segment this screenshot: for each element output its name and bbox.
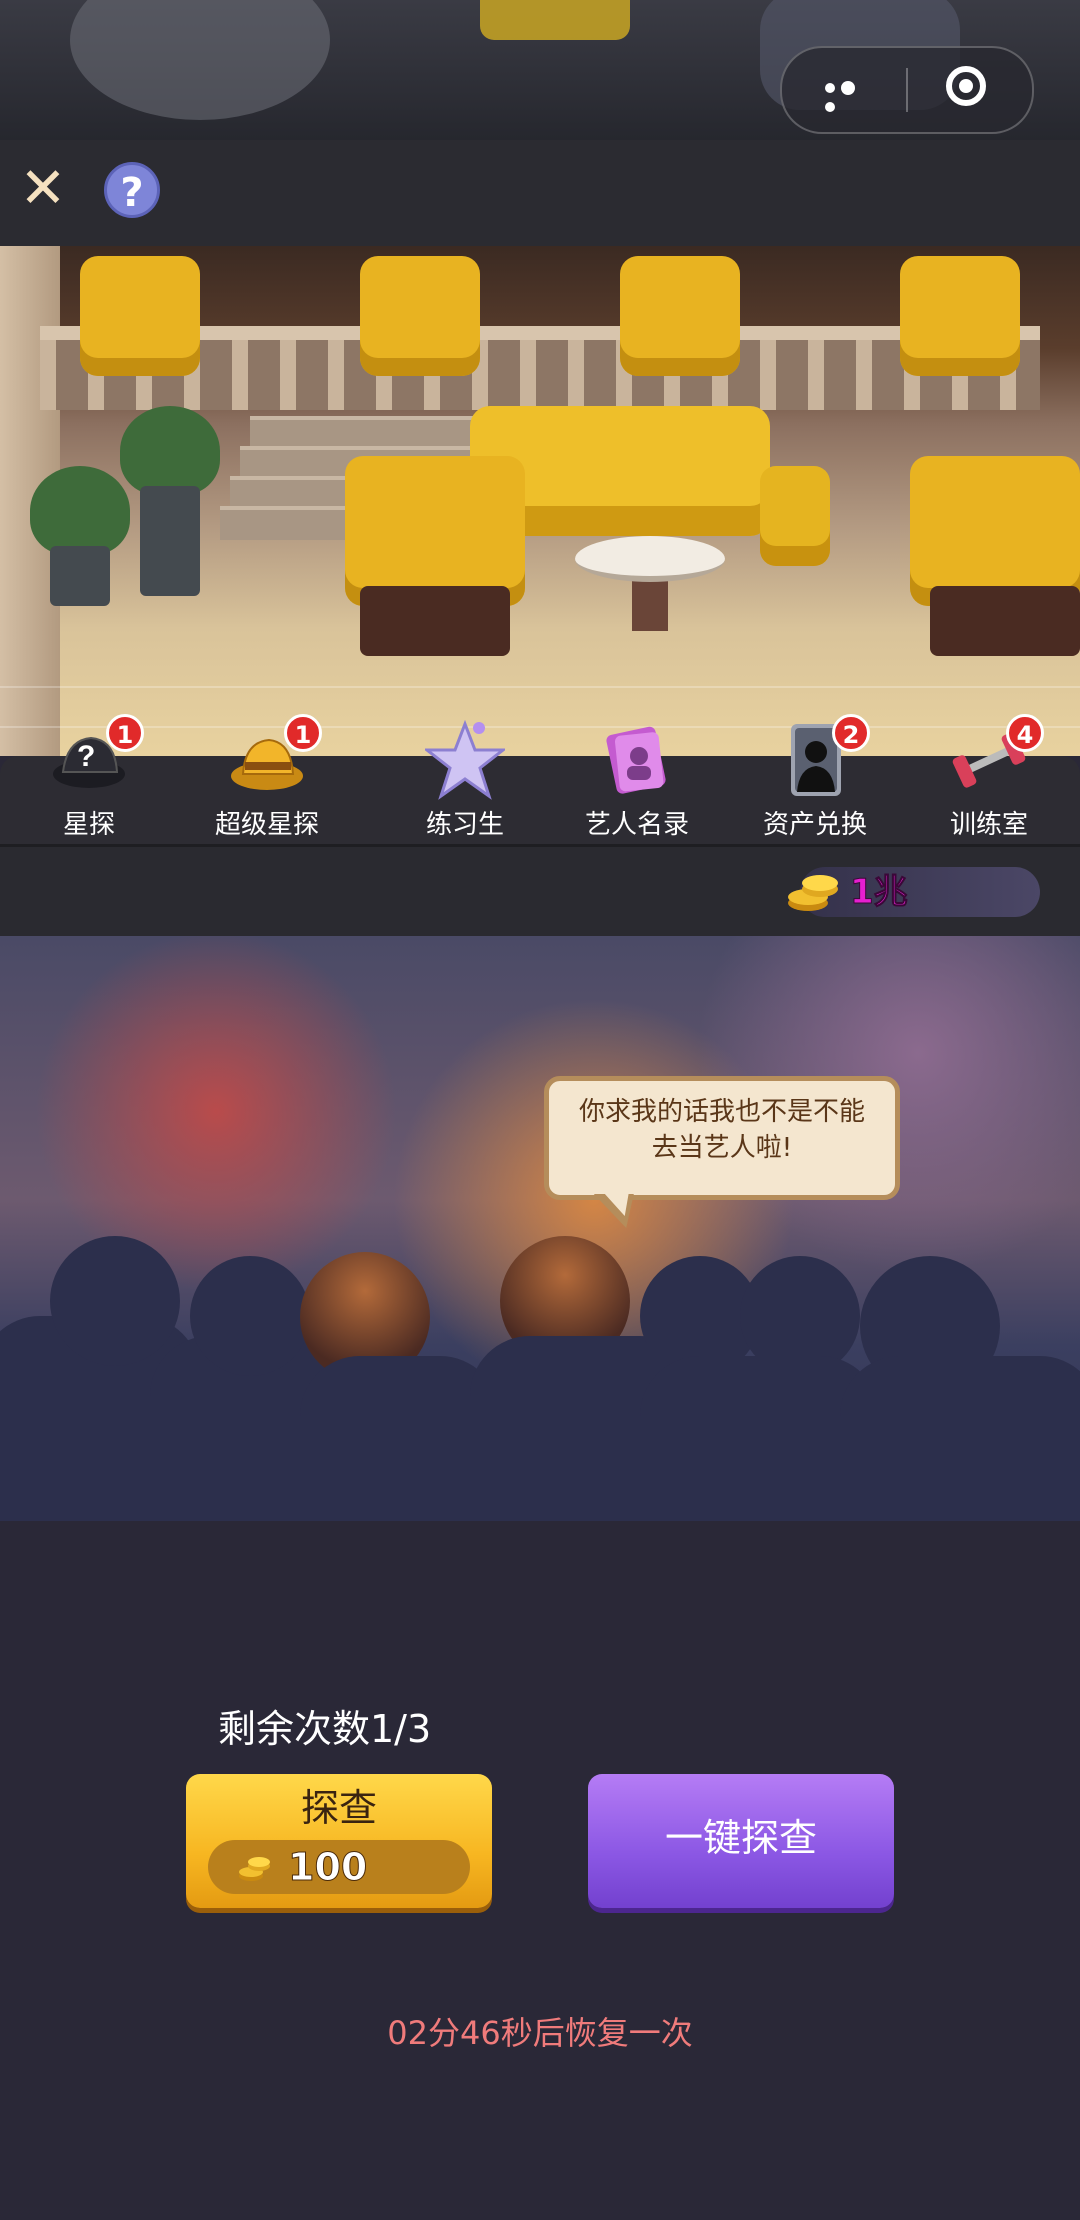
currency-value: 1兆: [850, 872, 909, 913]
probe-panel: [0, 1521, 1080, 2220]
plant-pot: [50, 546, 110, 606]
close-mini-program-icon[interactable]: [946, 66, 986, 106]
nav-item-asset-exchange[interactable]: 2 资产兑换: [740, 714, 890, 844]
notification-badge: 1: [284, 714, 322, 752]
remaining-count: 剩余次数1/3: [218, 1707, 432, 1751]
notification-badge: 4: [1006, 714, 1044, 752]
crowd-scene: [0, 936, 1080, 1521]
nav-item-super-scout[interactable]: 1 超级星探: [192, 714, 342, 844]
crowd-head: [50, 1236, 180, 1366]
round-table: [575, 536, 725, 582]
gold-coin-stack-icon: [788, 875, 838, 911]
armchair-right: [910, 456, 1080, 606]
upper-chair: [360, 256, 480, 376]
upper-chair: [620, 256, 740, 376]
close-button[interactable]: ✕: [14, 160, 72, 218]
one-click-probe-label: 一键探查: [664, 1816, 817, 1860]
probe-cost-pill: 100: [208, 1840, 470, 1894]
nav-label: 星探: [62, 810, 115, 840]
crowd-silhouette: [840, 1356, 1080, 1521]
blurred-shape: [70, 0, 330, 120]
agency-lobby-scene: [0, 246, 1080, 756]
svg-text:?: ?: [77, 740, 95, 773]
armchair-base: [930, 586, 1080, 656]
nav-label: 练习生: [425, 810, 504, 840]
blurred-shape: [480, 0, 630, 40]
nav-item-scout[interactable]: ? 1 星探: [14, 714, 164, 844]
armchair-left: [345, 456, 525, 606]
floor-line: [0, 686, 1080, 688]
nav-label: 训练室: [949, 810, 1028, 840]
star-icon: [425, 720, 505, 800]
probe-button-label: 探查: [300, 1786, 377, 1830]
mini-program-capsule: [780, 46, 1034, 134]
speech-line: 去当艺人啦!: [651, 1133, 793, 1163]
plant-pot: [140, 486, 200, 596]
sofa-arm: [760, 466, 830, 566]
toolbar: ✕ ?: [0, 140, 1080, 250]
probe-button[interactable]: 探查 100: [186, 1774, 492, 1908]
more-menu-icon[interactable]: [822, 78, 872, 112]
probe-cost: 100: [288, 1845, 368, 1890]
roster-book-icon: [606, 726, 666, 794]
nav-item-artist-roster[interactable]: 艺人名录: [562, 720, 712, 844]
potted-plant: [120, 406, 220, 496]
speech-line: 你求我的话我也不是不能: [578, 1097, 865, 1127]
speech-text: 你求我的话我也不是不能 去当艺人啦!: [554, 1094, 890, 1182]
gold-coin-icon: [239, 1857, 270, 1881]
one-click-probe-button[interactable]: 一键探查: [588, 1774, 894, 1908]
nav-label: 资产兑换: [762, 810, 867, 840]
upper-chair: [80, 256, 200, 376]
nav-item-training-room[interactable]: 4 训练室: [914, 714, 1064, 844]
nav-label: 超级星探: [214, 810, 319, 840]
upper-chair: [900, 256, 1020, 376]
notification-badge: 1: [106, 714, 144, 752]
potted-plant: [30, 466, 130, 556]
capsule-divider: [906, 68, 908, 112]
help-button[interactable]: ?: [104, 162, 160, 218]
armchair-base: [360, 586, 510, 656]
recover-timer: 02分46秒后恢复一次: [387, 2014, 693, 2052]
crowd-head: [190, 1256, 310, 1376]
nav-item-trainee[interactable]: 练习生: [390, 720, 540, 844]
currency-bar: 1兆: [0, 844, 1080, 939]
notification-badge: 2: [832, 714, 870, 752]
nav-label: 艺人名录: [584, 810, 689, 840]
